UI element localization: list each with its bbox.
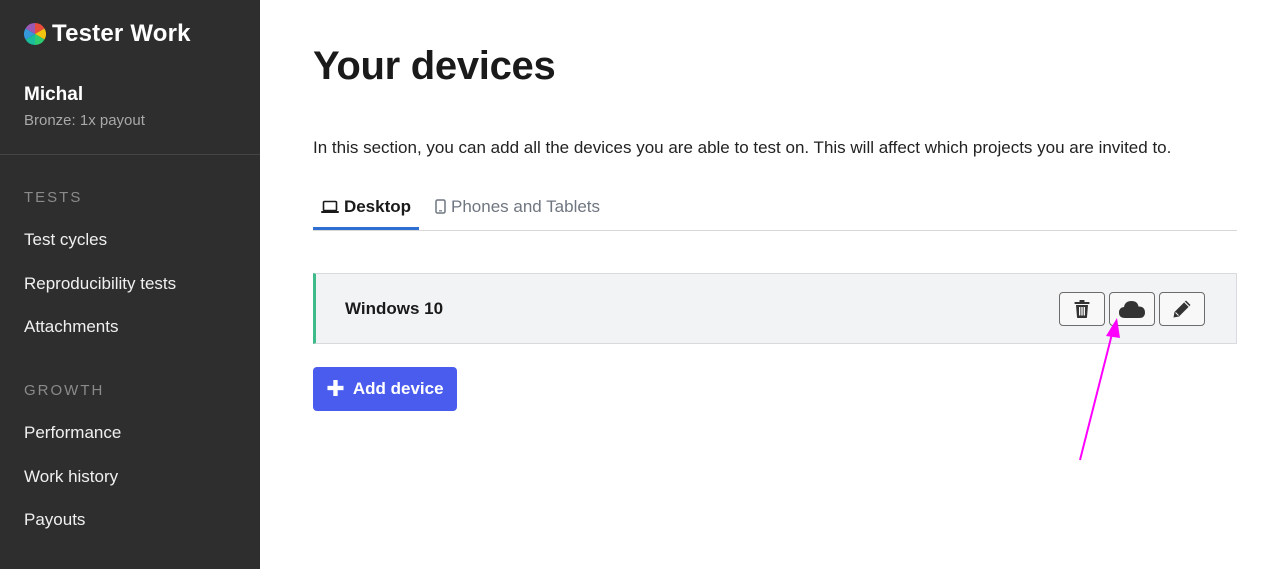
phone-icon — [435, 199, 446, 214]
section-label-growth: GROWTH — [24, 382, 105, 399]
sidebar-item-attachments[interactable]: Attachments — [24, 317, 119, 337]
app-root: Tester Work Michal Bronze: 1x payout TES… — [0, 0, 1273, 569]
user-tier: Bronze: 1x payout — [24, 112, 145, 129]
tab-desktop[interactable]: Desktop — [313, 186, 419, 230]
sidebar: Tester Work Michal Bronze: 1x payout TES… — [0, 0, 260, 569]
sidebar-divider — [0, 154, 260, 155]
color-wheel-logo-icon — [24, 23, 46, 45]
brand[interactable]: Tester Work — [24, 20, 191, 48]
tab-phones-and-tablets[interactable]: Phones and Tablets — [435, 186, 600, 227]
user-name: Michal — [24, 84, 84, 105]
intro-text: In this section, you can add all the dev… — [313, 138, 1172, 157]
add-device-button[interactable]: ✚ Add device — [313, 367, 457, 411]
user-info: Michal Bronze: 1x payout — [24, 84, 145, 129]
annotation-arrow-icon — [1079, 318, 1120, 461]
sidebar-item-test-cycles[interactable]: Test cycles — [24, 230, 107, 250]
edit-device-button[interactable] — [1159, 292, 1205, 326]
sidebar-item-performance[interactable]: Performance — [24, 423, 121, 443]
sidebar-item-reproducibility-tests[interactable]: Reproducibility tests — [24, 274, 176, 294]
device-tabs: Desktop Phones and Tablets — [313, 186, 1237, 231]
tab-desktop-label: Desktop — [343, 196, 412, 216]
main-content: Your devices In this section, you can ad… — [313, 0, 1237, 569]
pencil-icon — [1173, 300, 1191, 318]
tab-phones-label: Phones and Tablets — [451, 196, 601, 216]
laptop-icon — [320, 200, 339, 214]
sidebar-item-payouts[interactable]: Payouts — [24, 510, 85, 530]
section-label-tests: TESTS — [24, 189, 83, 206]
sidebar-item-work-history[interactable]: Work history — [24, 467, 118, 487]
add-device-label: Add device — [352, 379, 444, 398]
plus-icon: ✚ — [326, 376, 345, 401]
page-title: Your devices — [313, 44, 556, 88]
brand-name: Tester Work — [52, 20, 191, 47]
device-name: Windows 10 — [345, 299, 444, 318]
